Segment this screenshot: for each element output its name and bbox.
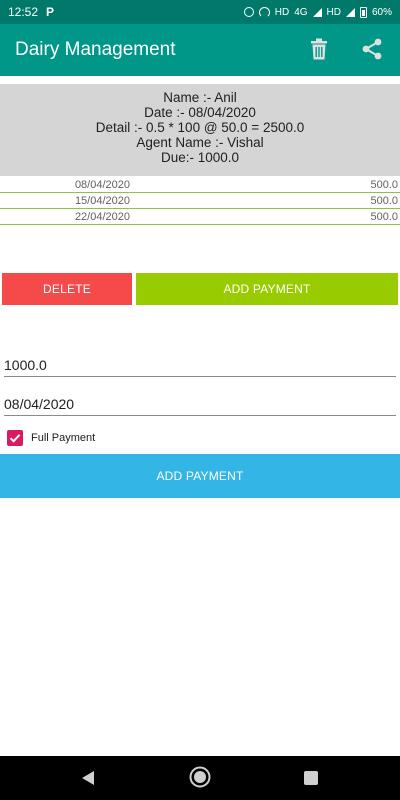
signal-icon <box>312 7 322 17</box>
date-field[interactable]: 08/04/2020 <box>4 394 396 416</box>
payment-amount: 500.0 <box>370 211 398 223</box>
full-payment-checkbox[interactable] <box>7 430 23 446</box>
network-hd-label-2: HD <box>326 6 341 18</box>
app-bar: Dairy Management <box>0 24 400 76</box>
checkmark-icon <box>9 434 21 443</box>
status-bar: 12:52 P HD 4G HD 60% <box>0 0 400 24</box>
status-icons: HD 4G HD 60% <box>243 6 392 18</box>
home-icon[interactable] <box>189 766 211 788</box>
payment-amount: 500.0 <box>370 195 398 207</box>
submit-payment-button[interactable]: ADD PAYMENT <box>0 454 400 498</box>
battery-percent: 60% <box>371 6 392 18</box>
payment-date: 15/04/2020 <box>74 195 130 207</box>
entry-date: Date :- 08/04/2020 <box>144 105 256 120</box>
full-payment-row[interactable]: Full Payment <box>7 430 95 446</box>
share-icon[interactable] <box>360 37 384 61</box>
hotspot-icon <box>258 6 270 18</box>
list-item[interactable]: 22/04/2020 500.0 <box>0 209 400 225</box>
full-payment-label: Full Payment <box>31 432 96 444</box>
back-icon[interactable] <box>80 770 96 786</box>
alarm-icon <box>243 7 254 17</box>
customer-name: Name :- Anil <box>163 90 237 105</box>
parking-app-icon: P <box>46 5 55 19</box>
due-amount: Due:- 1000.0 <box>160 150 240 165</box>
payment-date: 22/04/2020 <box>74 211 130 223</box>
network-hd-label: HD <box>274 6 290 18</box>
list-item[interactable]: 15/04/2020 500.0 <box>0 193 400 209</box>
battery-icon <box>359 6 367 18</box>
payment-amount: 500.0 <box>370 179 398 191</box>
entry-detail: Detail :- 0.5 * 100 @ 50.0 = 2500.0 <box>95 120 305 135</box>
recent-apps-icon[interactable] <box>304 771 318 785</box>
status-time: 12:52 <box>8 5 39 19</box>
amount-field[interactable]: 1000.0 <box>4 355 396 377</box>
entry-details: Name :- Anil Date :- 08/04/2020 Detail :… <box>0 84 400 176</box>
trash-icon[interactable] <box>311 38 327 60</box>
navigation-bar <box>0 756 400 800</box>
list-item[interactable]: 08/04/2020 500.0 <box>0 177 400 193</box>
agent-name: Agent Name :- Vishal <box>136 135 264 150</box>
payment-list: 08/04/2020 500.0 15/04/2020 500.0 22/04/… <box>0 177 400 225</box>
payment-date: 08/04/2020 <box>74 179 130 191</box>
app-title: Dairy Management <box>15 39 176 60</box>
delete-button[interactable]: DELETE <box>2 273 132 305</box>
signal-icon-2 <box>345 7 355 17</box>
network-type-label: 4G <box>294 6 308 18</box>
add-payment-button[interactable]: ADD PAYMENT <box>136 273 398 305</box>
